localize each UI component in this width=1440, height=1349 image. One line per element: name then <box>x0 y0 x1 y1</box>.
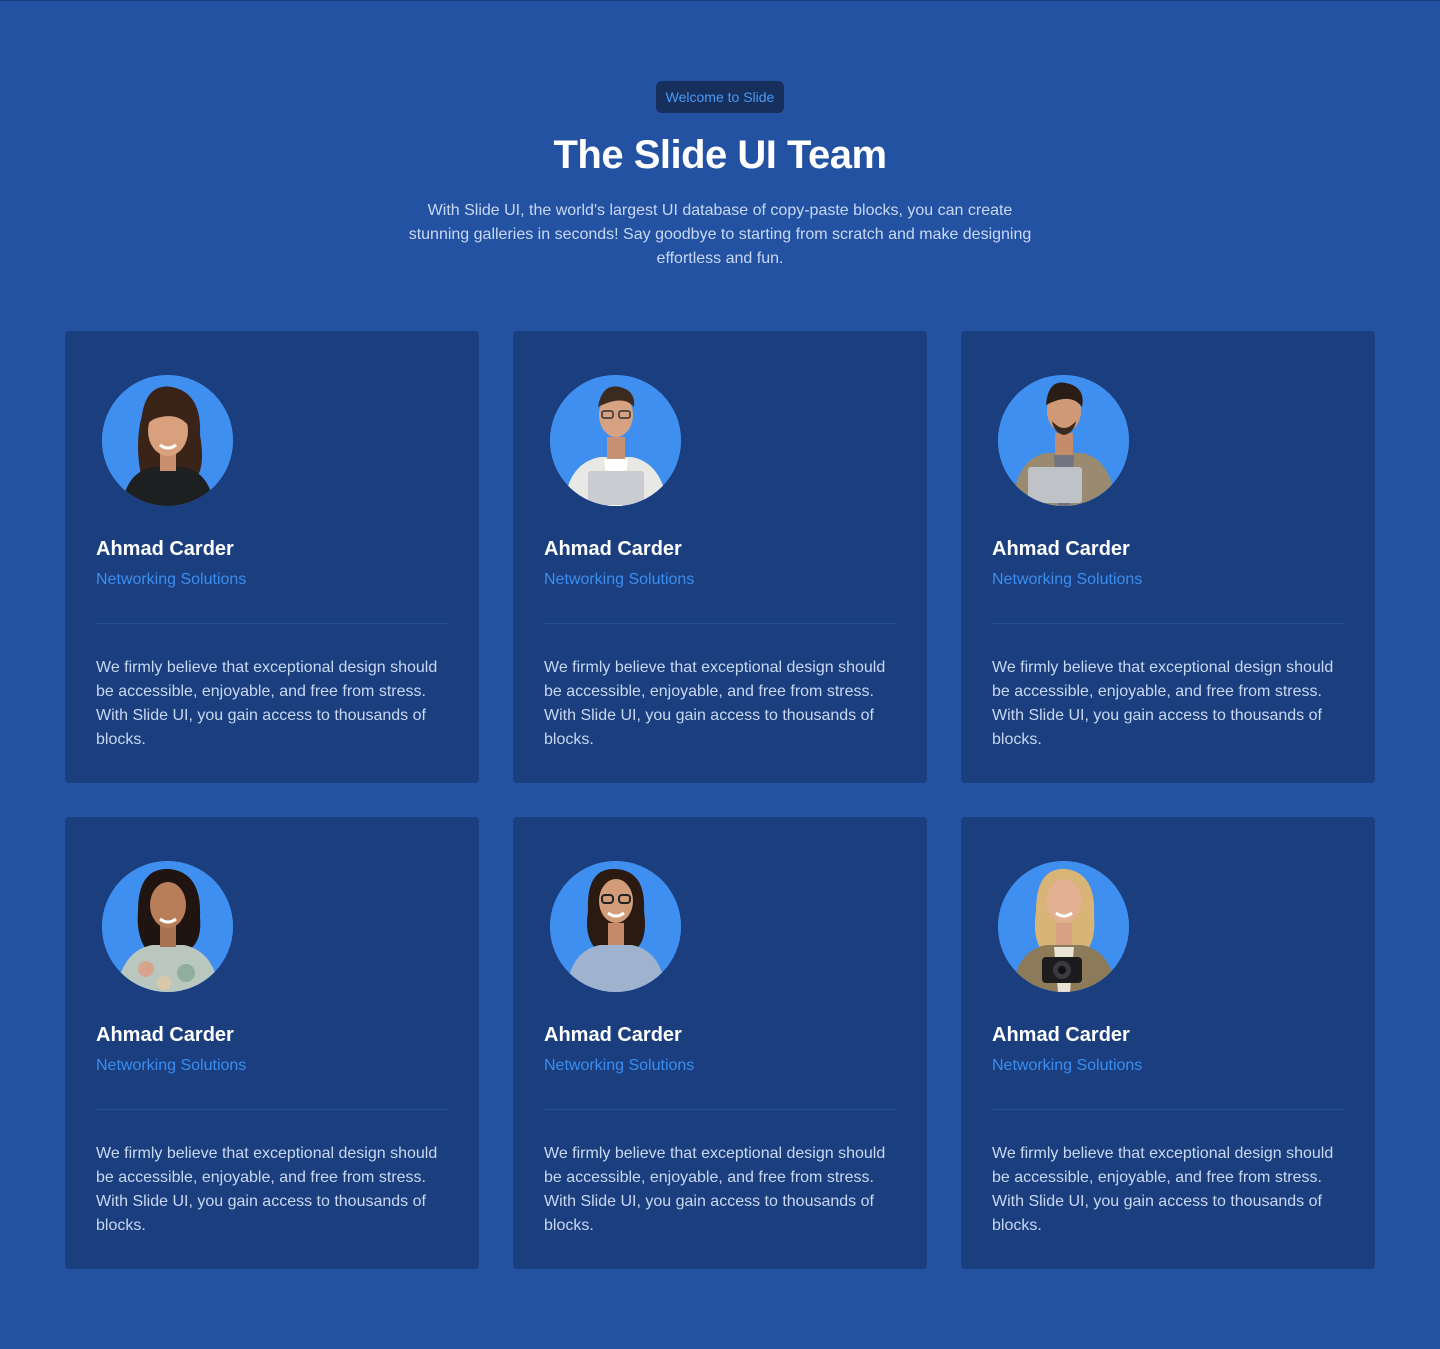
team-card: Ahmad Carder Networking Solutions We fir… <box>65 331 479 783</box>
person-photo-icon <box>102 375 233 506</box>
person-photo-icon <box>550 861 681 992</box>
divider <box>992 1109 1344 1110</box>
team-card: Ahmad Carder Networking Solutions We fir… <box>65 817 479 1269</box>
member-role: Networking Solutions <box>544 1057 695 1074</box>
member-name: Ahmad Carder <box>96 538 234 560</box>
avatar <box>998 861 1129 992</box>
welcome-badge: Welcome to Slide <box>655 81 785 113</box>
member-role: Networking Solutions <box>992 1057 1143 1074</box>
divider <box>544 1109 896 1110</box>
person-photo-icon <box>998 375 1129 506</box>
team-card: Ahmad Carder Networking Solutions We fir… <box>961 817 1375 1269</box>
divider <box>544 623 896 624</box>
team-card: Ahmad Carder Networking Solutions We fir… <box>513 331 927 783</box>
avatar <box>550 861 681 992</box>
member-role: Networking Solutions <box>544 571 695 588</box>
avatar <box>102 861 233 992</box>
person-photo-icon <box>550 375 681 506</box>
member-name: Ahmad Carder <box>992 538 1130 560</box>
avatar <box>550 375 681 506</box>
member-name: Ahmad Carder <box>544 1024 682 1046</box>
page-title: The Slide UI Team <box>553 133 887 177</box>
team-card: Ahmad Carder Networking Solutions We fir… <box>513 817 927 1269</box>
member-bio: We firmly believe that exceptional desig… <box>96 659 438 748</box>
member-name: Ahmad Carder <box>96 1024 234 1046</box>
team-grid: Ahmad Carder Networking Solutions We fir… <box>65 331 1375 1269</box>
member-name: Ahmad Carder <box>992 1024 1130 1046</box>
team-card: Ahmad Carder Networking Solutions We fir… <box>961 331 1375 783</box>
divider <box>96 623 448 624</box>
avatar <box>998 375 1129 506</box>
person-photo-icon <box>998 861 1129 992</box>
section-header: Welcome to Slide The Slide UI Team With … <box>0 81 1440 271</box>
member-bio: We firmly believe that exceptional desig… <box>544 1145 886 1234</box>
team-section: Welcome to Slide The Slide UI Team With … <box>0 0 1440 1349</box>
divider <box>992 623 1344 624</box>
member-role: Networking Solutions <box>96 571 247 588</box>
divider <box>96 1109 448 1110</box>
member-bio: We firmly believe that exceptional desig… <box>544 659 886 748</box>
member-bio: We firmly believe that exceptional desig… <box>96 1145 438 1234</box>
member-name: Ahmad Carder <box>544 538 682 560</box>
member-bio: We firmly believe that exceptional desig… <box>992 1145 1334 1234</box>
page-subtitle: With Slide UI, the world's largest UI da… <box>408 202 1032 267</box>
member-role: Networking Solutions <box>992 571 1143 588</box>
person-photo-icon <box>102 861 233 992</box>
member-role: Networking Solutions <box>96 1057 247 1074</box>
avatar <box>102 375 233 506</box>
member-bio: We firmly believe that exceptional desig… <box>992 659 1334 748</box>
